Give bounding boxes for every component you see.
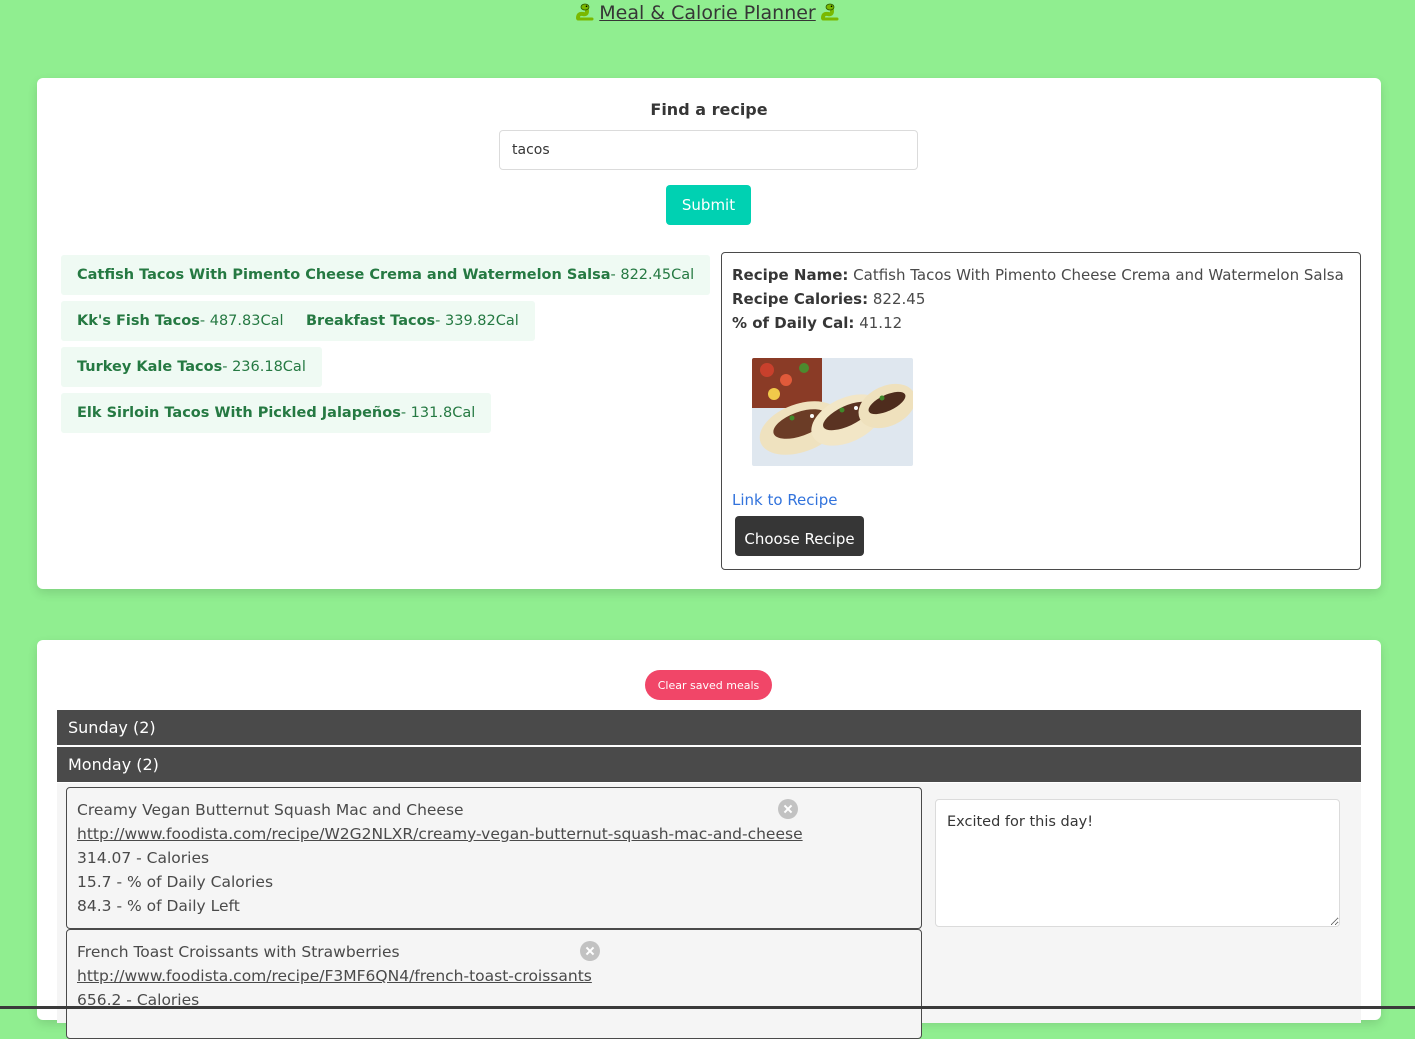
day-header-monday[interactable]: Monday (2)	[57, 747, 1361, 782]
find-recipe-label: Find a recipe	[650, 100, 768, 119]
result-name: Kk's Fish Tacos	[77, 313, 200, 329]
result-calories: - 487.83Cal	[199, 313, 284, 329]
recipe-calories-label: Recipe Calories:	[732, 290, 869, 308]
result-tag[interactable]: Breakfast Tacos- 339.82Cal	[290, 301, 535, 341]
remove-meal-button[interactable]	[778, 799, 798, 819]
snake-icon	[576, 3, 594, 21]
result-calories: - 236.18Cal	[222, 359, 306, 375]
recipe-detail: Recipe Name: Catfish Tacos With Pimento …	[721, 252, 1361, 570]
link-to-recipe[interactable]: Link to Recipe	[732, 491, 837, 509]
result-name: Turkey Kale Tacos	[77, 359, 223, 375]
recipe-calories-value: 822.45	[872, 290, 926, 308]
meal-card: French Toast Croissants with Strawberrie…	[66, 929, 922, 1039]
meal-daily-percent: 15.7 - % of Daily Calories	[77, 873, 274, 891]
recipe-daily-label: % of Daily Cal:	[732, 314, 855, 332]
day-header-sunday[interactable]: Sunday (2)	[57, 710, 1361, 745]
result-calories: - 131.8Cal	[400, 405, 476, 421]
recipe-name-value: Catfish Tacos With Pimento Cheese Crema …	[853, 266, 1344, 284]
result-name: Elk Sirloin Tacos With Pickled Jalapeños	[77, 405, 401, 421]
result-tag[interactable]: Turkey Kale Tacos- 236.18Cal	[61, 347, 322, 387]
recipe-daily-value: 41.12	[859, 314, 903, 332]
recipe-name-label: Recipe Name:	[732, 266, 849, 284]
recipe-name-row: Recipe Name: Catfish Tacos With Pimento …	[732, 263, 1350, 287]
recipe-daily-row: % of Daily Cal: 41.12	[732, 311, 1350, 335]
result-name: Breakfast Tacos	[306, 313, 436, 329]
result-calories: - 339.82Cal	[435, 313, 519, 329]
day-body-monday: Creamy Vegan Butternut Squash Mac and Ch…	[57, 783, 1361, 1039]
planner-card: Clear saved meals Sunday (2) Monday (2) …	[37, 640, 1381, 1039]
recipe-calories-row: Recipe Calories: 822.45	[732, 287, 1350, 311]
choose-recipe-button[interactable]: Choose Recipe	[735, 516, 864, 556]
meal-link[interactable]: http://www.foodista.com/recipe/F3MF6QN4/…	[77, 967, 592, 985]
result-tag[interactable]: Kk's Fish Tacos- 487.83Cal	[61, 301, 300, 341]
result-tag[interactable]: Catfish Tacos With Pimento Cheese Crema …	[61, 255, 711, 295]
meal-link[interactable]: http://www.foodista.com/recipe/W2G2NLXR/…	[77, 825, 803, 843]
app-title-text: Meal & Calorie Planner	[599, 2, 816, 24]
search-card: Find a recipe Submit Catfish Tacos With …	[37, 78, 1381, 589]
meal-daily-left: 84.3 - % of Daily Left	[77, 897, 240, 915]
result-tag[interactable]: Elk Sirloin Tacos With Pickled Jalapeños…	[61, 393, 492, 433]
submit-button[interactable]: Submit	[666, 185, 751, 225]
meal-calories: 314.07 - Calories	[77, 849, 210, 867]
app-title[interactable]: Meal & Calorie Planner	[0, 2, 1415, 24]
meal-card: Creamy Vegan Butternut Squash Mac and Ch…	[66, 787, 922, 929]
remove-meal-button[interactable]	[580, 941, 600, 961]
meal-name: French Toast Croissants with Strawberrie…	[77, 943, 400, 961]
snake-icon	[820, 3, 839, 21]
recipe-image	[752, 358, 913, 466]
clear-saved-meals-button[interactable]: Clear saved meals	[645, 670, 772, 700]
result-calories: - 822.45Cal	[610, 267, 695, 283]
day-notes-textarea[interactable]: Excited for this day!	[935, 799, 1340, 927]
search-input[interactable]	[499, 130, 918, 170]
result-name: Catfish Tacos With Pimento Cheese Crema …	[77, 267, 611, 283]
